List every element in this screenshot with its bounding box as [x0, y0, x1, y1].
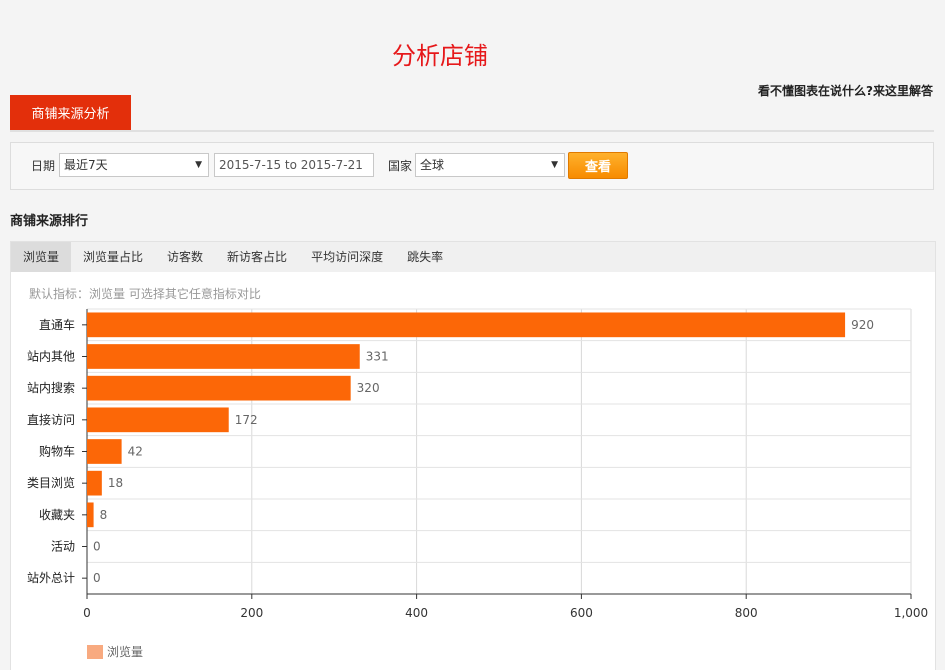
value-label: 42 [128, 445, 143, 459]
bar [87, 344, 360, 369]
category-label: 站内搜索 [27, 380, 75, 395]
category-label: 直接访问 [27, 412, 75, 427]
bar [87, 312, 846, 338]
bar [87, 407, 229, 433]
legend-label: 浏览量 [107, 645, 144, 659]
bar [87, 502, 94, 528]
x-tick-label: 0 [83, 606, 91, 620]
bar [87, 375, 351, 401]
category-label: 类目浏览 [27, 475, 75, 490]
legend-swatch [87, 644, 103, 659]
category-label: 站内其他 [27, 350, 75, 364]
value-label: 320 [357, 381, 380, 395]
value-label: 0 [93, 571, 101, 585]
x-tick-label: 400 [405, 606, 428, 620]
category-label: 站外总计 [27, 571, 75, 585]
value-label: 18 [108, 476, 123, 490]
category-label: 活动 [51, 540, 75, 554]
value-label: 920 [851, 318, 874, 332]
category-label: 购物车 [39, 444, 75, 459]
value-label: 331 [366, 350, 389, 364]
x-tick-label: 1,000 [894, 606, 928, 620]
x-tick-label: 800 [735, 606, 758, 620]
category-label: 直通车 [39, 317, 75, 332]
bar [87, 470, 102, 496]
x-tick-label: 600 [570, 606, 593, 620]
x-tick-label: 200 [240, 606, 263, 620]
chart-legend[interactable]: 浏览量 [87, 643, 143, 660]
bar [87, 439, 122, 464]
value-label: 0 [93, 540, 101, 554]
source-ranking-chart: 0 200 400 600 800 1,000直通车 920站内其他 331站内搜索 320直接… [27, 308, 928, 620]
value-label: 8 [100, 508, 108, 522]
value-label: 172 [235, 413, 258, 427]
category-label: 收藏夹 [39, 508, 75, 522]
